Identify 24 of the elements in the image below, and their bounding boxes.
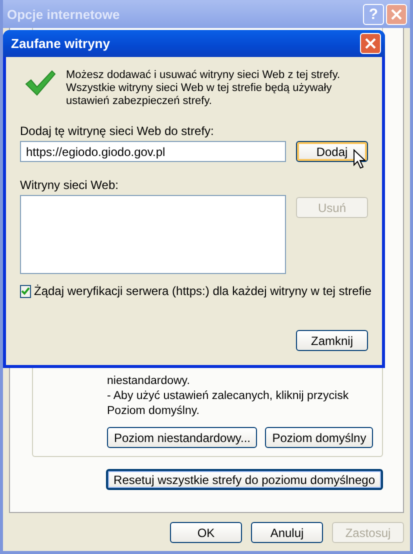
- description-text: - Aby użyć ustawień zalecanych, kliknij przycisk Poziom domyślny.: [107, 389, 350, 419]
- checkmark-icon: [24, 69, 56, 97]
- close-icon: [365, 38, 376, 49]
- mouse-cursor-icon: [353, 149, 366, 169]
- window-title: Opcje internetowe: [7, 6, 121, 22]
- checkbox-label: Żądaj weryfikacji serwera (https:) dla każdej witryny w tej strefie: [34, 284, 372, 298]
- close-icon: [391, 8, 402, 20]
- button[interactable]: Zamknij: [296, 330, 368, 351]
- sites-list[interactable]: [20, 195, 286, 274]
- dialog-title: Zaufane witryny: [11, 36, 111, 51]
- checkbox[interactable]: [20, 284, 31, 298]
- site-input-field[interactable]: https://egiodo.giodo.gov.pl: [20, 141, 286, 162]
- description-text: niestandardowy.: [107, 374, 191, 389]
- dialog-button[interactable]: OK: [170, 522, 242, 543]
- level-button[interactable]: Poziom niestandardowy...: [107, 427, 258, 448]
- close-button[interactable]: [360, 33, 381, 54]
- field-label: Dodaj tę witrynę sieci Web do strefy:: [20, 124, 215, 138]
- close-button[interactable]: [386, 4, 407, 24]
- check-icon: [21, 287, 30, 295]
- level-button[interactable]: Poziom domyślny: [265, 427, 373, 448]
- reset-button[interactable]: Resetuj wszystkie strefy do poziomu domyślnego: [106, 469, 383, 490]
- message-text: Możesz dodawać i usuwać witryny sieci Web z tej strefy. Wszystkie witryny sieci Web w tej strefie będą używały ustawień zabezpieczeń strefy.: [66, 69, 342, 108]
- list-label: Witryny sieci Web:: [20, 178, 120, 192]
- dialog-button[interactable]: Anuluj: [251, 522, 323, 543]
